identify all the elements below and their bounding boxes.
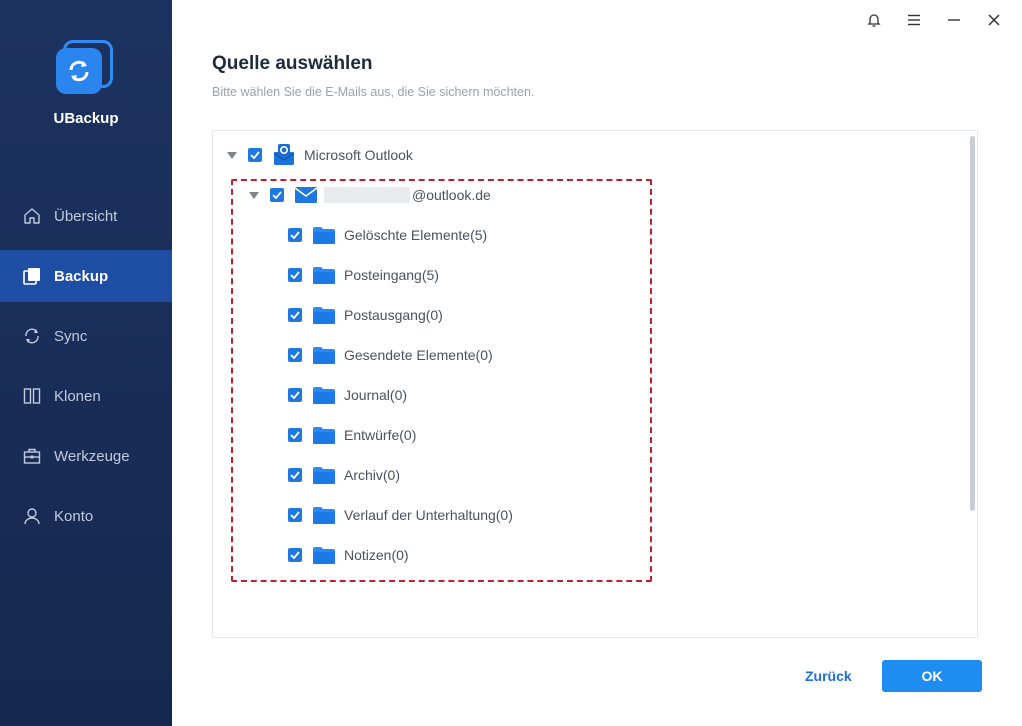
notification-bell-icon[interactable]	[854, 8, 894, 32]
menu-icon[interactable]	[894, 8, 934, 32]
page-subtitle: Bitte wählen Sie die E-Mails aus, die Si…	[212, 85, 535, 99]
tree-scrollbar[interactable]	[970, 136, 975, 511]
outlook-checkbox[interactable]	[248, 148, 262, 162]
backup-icon	[22, 266, 42, 286]
window-controls	[854, 8, 1014, 32]
highlight-frame	[231, 179, 652, 582]
sidebar-item-label: Backup	[54, 267, 109, 285]
user-icon	[22, 506, 42, 526]
sidebar-item-label: Werkzeuge	[54, 447, 130, 465]
sidebar-item-label: Übersicht	[54, 207, 118, 225]
minimize-icon[interactable]	[934, 8, 974, 32]
sidebar-item-uebersicht[interactable]: Übersicht	[0, 190, 172, 242]
outlook-icon	[272, 143, 296, 167]
home-icon	[22, 206, 42, 226]
sidebar-item-label: Konto	[54, 507, 94, 525]
sidebar-item-backup[interactable]: Backup	[0, 250, 172, 302]
sidebar-item-werkzeuge[interactable]: Werkzeuge	[0, 430, 172, 482]
sidebar-item-sync[interactable]: Sync	[0, 310, 172, 362]
ubackup-logo-icon	[53, 38, 115, 100]
brand-name: UBackup	[53, 110, 119, 127]
sidebar-item-klonen[interactable]: Klonen	[0, 370, 172, 422]
sync-icon	[22, 326, 42, 346]
sidebar-item-label: Klonen	[54, 387, 101, 405]
close-icon[interactable]	[974, 8, 1014, 32]
tree-node-outlook[interactable]: Microsoft Outlook	[227, 143, 413, 167]
sidebar-item-label: Sync	[54, 327, 88, 345]
ok-button[interactable]: OK	[882, 660, 982, 692]
page-title: Quelle auswählen	[212, 53, 373, 74]
back-button[interactable]: Zurück	[805, 668, 852, 684]
sidebar: UBackup Übersicht Backup Sync Klonen Wer…	[0, 0, 172, 726]
expand-triangle-icon[interactable]	[227, 151, 237, 159]
clone-icon	[22, 386, 42, 406]
sidebar-nav: Übersicht Backup Sync Klonen Werkzeuge K…	[0, 190, 172, 550]
sidebar-item-konto[interactable]: Konto	[0, 490, 172, 542]
toolbox-icon	[22, 446, 42, 466]
tree-node-label: Microsoft Outlook	[304, 147, 413, 163]
